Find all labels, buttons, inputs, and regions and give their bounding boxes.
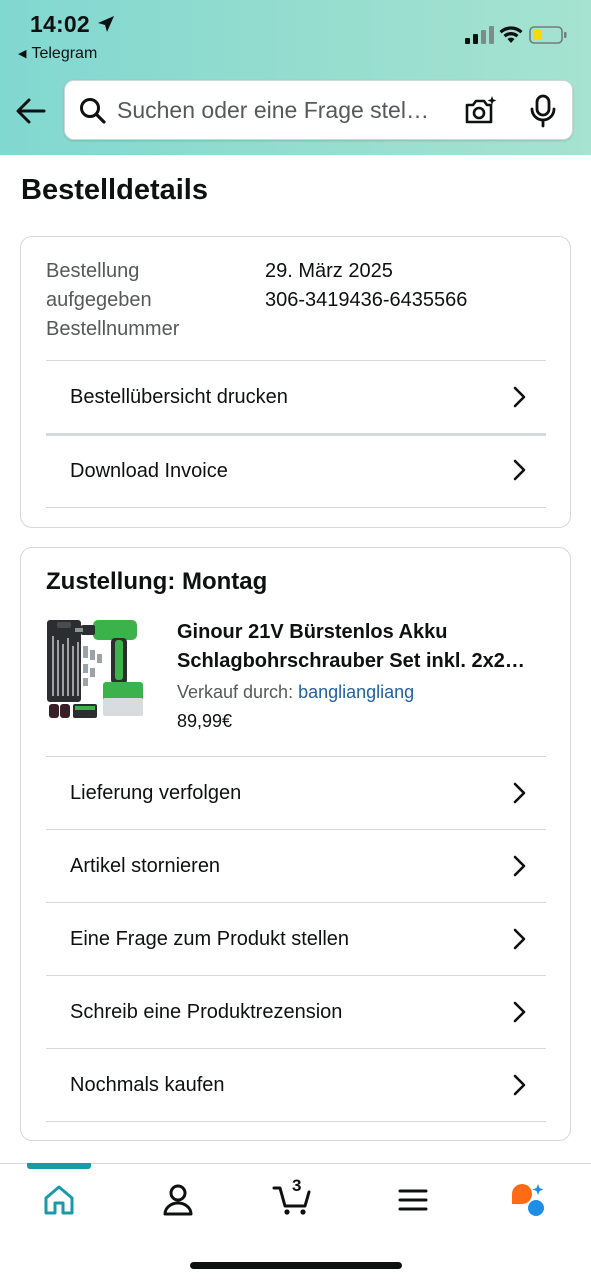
order-info-card: Bestellung aufgegeben Bestellnummer 29. … (20, 236, 571, 528)
chevron-right-icon (513, 386, 526, 408)
camera-search-icon[interactable] (463, 95, 497, 127)
tab-menu[interactable] (383, 1178, 443, 1222)
print-order-summary-row[interactable]: Bestellübersicht drucken (46, 360, 546, 433)
product-title[interactable]: Ginour 21V Bürstenlos Akku Schlagbohrsch… (177, 618, 547, 676)
status-time: 14:02 (30, 11, 90, 37)
seller-info: Verkauf durch: bangliangliang (177, 682, 414, 703)
back-arrow-icon[interactable] (14, 94, 48, 128)
search-icon (80, 98, 106, 124)
row-label: Lieferung verfolgen (70, 782, 242, 804)
seller-link[interactable]: bangliangliang (298, 682, 414, 702)
back-to-app-link[interactable]: ◀ Telegram (18, 45, 97, 63)
search-bar[interactable]: Suchen oder eine Frage stel… (64, 80, 573, 140)
user-icon (163, 1184, 193, 1216)
divider (46, 507, 546, 508)
row-label: Eine Frage zum Produkt stellen (70, 928, 350, 950)
chevron-right-icon (513, 855, 526, 877)
row-label: Download Invoice (70, 460, 228, 482)
search-input[interactable]: Suchen oder eine Frage stel… (117, 81, 452, 139)
microphone-icon[interactable] (528, 94, 558, 128)
order-number: 306-3419436-6435566 (265, 289, 468, 311)
tab-account[interactable] (148, 1178, 208, 1222)
download-invoice-row[interactable]: Download Invoice (46, 433, 546, 506)
back-app-label: Telegram (31, 45, 98, 62)
hamburger-menu-icon (398, 1189, 428, 1211)
track-delivery-row[interactable]: Lieferung verfolgen (46, 756, 546, 829)
chevron-right-icon (513, 928, 526, 950)
chevron-right-icon (513, 782, 526, 804)
order-date: 29. März 2025 (265, 260, 393, 282)
ask-product-question-row[interactable]: Eine Frage zum Produkt stellen (46, 902, 546, 975)
divider (46, 1121, 546, 1122)
wifi-icon (499, 26, 523, 43)
location-arrow-icon (98, 16, 114, 32)
order-placed-label-cont: aufgegeben (46, 289, 152, 311)
buy-again-row[interactable]: Nochmals kaufen (46, 1048, 546, 1121)
row-label: Bestellübersicht drucken (70, 386, 288, 408)
product-title-line1: Ginour 21V Bürstenlos Akku (177, 621, 448, 643)
chevron-right-icon (513, 1074, 526, 1096)
cellular-signal-icon (465, 26, 494, 44)
cancel-item-row[interactable]: Artikel stornieren (46, 829, 546, 902)
product-price: 89,99€ (177, 711, 233, 731)
tab-home[interactable] (29, 1178, 89, 1222)
row-label: Artikel stornieren (70, 855, 221, 877)
order-placed-label: Bestellung (46, 260, 140, 282)
seller-label: Verkauf durch: (177, 682, 299, 702)
product-title-line2: Schlagbohrschrauber Set inkl. 2x2… (177, 650, 525, 672)
page-title: Bestelldetails (21, 174, 208, 206)
row-label: Schreib eine Produktrezension (70, 1001, 343, 1023)
battery-icon (529, 26, 567, 44)
cart-count-badge: 3 (292, 1176, 302, 1195)
active-tab-indicator (27, 1163, 91, 1169)
product-image[interactable] (45, 616, 153, 724)
tab-rufus-assistant[interactable] (500, 1178, 560, 1222)
write-review-row[interactable]: Schreib eine Produktrezension (46, 975, 546, 1048)
delivery-title: Zustellung: Montag (46, 568, 268, 595)
chevron-right-icon (513, 1001, 526, 1023)
row-label: Nochmals kaufen (70, 1074, 225, 1096)
rufus-assistant-icon (512, 1184, 544, 1216)
chevron-right-icon (513, 459, 526, 481)
back-triangle-icon: ◀ (18, 48, 27, 60)
delivery-card: Zustellung: Montag Ginour 21V Bürstenlos… (20, 547, 571, 1141)
home-icon (44, 1185, 74, 1215)
order-number-label: Bestellnummer (46, 318, 180, 340)
home-indicator[interactable] (190, 1262, 402, 1269)
